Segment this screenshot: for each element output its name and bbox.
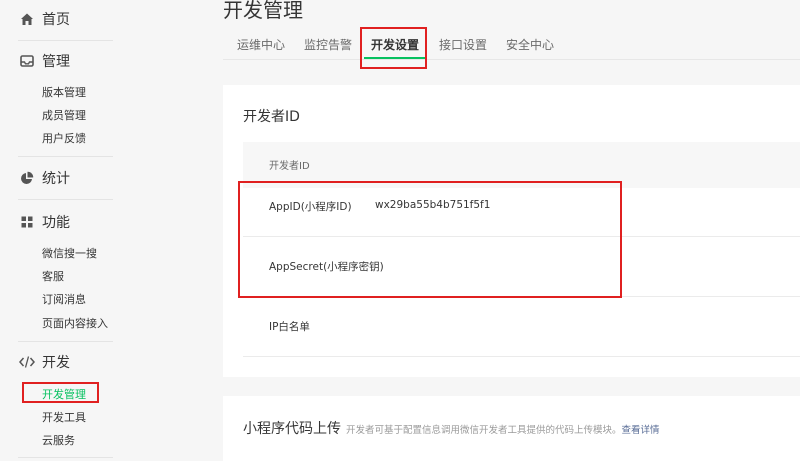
- nav-stats[interactable]: 统计: [18, 166, 70, 190]
- code-upload-description: 开发者可基于配置信息调用微信开发者工具提供的代码上传模块。查看详情: [346, 422, 660, 436]
- sidebar: 首页 管理 版本管理 成员管理 用户反馈 统计 功能 微信搜一搜 客服 订阅消息…: [0, 0, 200, 461]
- code-upload-title: 小程序代码上传: [243, 421, 341, 437]
- code-icon: [18, 353, 36, 371]
- table-header-label: 开发者ID: [269, 161, 310, 172]
- nav-dev-label: 开发: [42, 355, 70, 371]
- tab-security-center[interactable]: 安全中心: [506, 34, 554, 56]
- nav-divider: [18, 199, 113, 200]
- nav-features-label: 功能: [42, 215, 70, 231]
- pie-chart-icon: [18, 169, 36, 187]
- sidebar-item-customer-service[interactable]: 客服: [42, 268, 64, 286]
- table-row-ip-whitelist: IP白名单: [243, 297, 800, 357]
- nav-divider: [18, 40, 113, 41]
- appsecret-label: AppSecret(小程序密钥): [269, 261, 384, 273]
- appid-label: AppID(小程序ID): [269, 201, 352, 213]
- home-icon: [18, 10, 36, 28]
- sidebar-item-dev-manage[interactable]: 开发管理: [42, 386, 86, 404]
- code-upload-card: 小程序代码上传 开发者可基于配置信息调用微信开发者工具提供的代码上传模块。查看详…: [223, 396, 800, 461]
- page-title: 开发管理: [223, 0, 303, 22]
- nav-divider: [18, 341, 113, 342]
- nav-divider: [18, 457, 113, 458]
- nav-home[interactable]: 首页: [18, 7, 70, 31]
- view-details-link[interactable]: 查看详情: [622, 425, 660, 436]
- code-upload-description-text: 开发者可基于配置信息调用微信开发者工具提供的代码上传模块。: [346, 425, 622, 436]
- developer-id-card: 开发者ID 开发者ID AppID(小程序ID) wx29ba55b4b751f…: [223, 85, 800, 377]
- tab-divider: [223, 59, 800, 60]
- tab-ops-center[interactable]: 运维中心: [237, 34, 285, 56]
- tab-monitor-alerts[interactable]: 监控告警: [304, 34, 352, 56]
- tab-api-settings[interactable]: 接口设置: [439, 34, 487, 56]
- inbox-icon: [18, 52, 36, 70]
- developer-id-title: 开发者ID: [243, 109, 300, 125]
- nav-divider: [18, 156, 113, 157]
- sidebar-item-feedback[interactable]: 用户反馈: [42, 130, 86, 148]
- sidebar-item-subscribe-message[interactable]: 订阅消息: [42, 291, 86, 309]
- sidebar-item-version[interactable]: 版本管理: [42, 84, 86, 102]
- table-row-appsecret: AppSecret(小程序密钥): [243, 237, 800, 297]
- appid-value[interactable]: wx29ba55b4b751f5f1: [375, 199, 490, 211]
- ip-whitelist-label: IP白名单: [269, 321, 310, 333]
- table-row-appid: AppID(小程序ID) wx29ba55b4b751f5f1: [243, 177, 800, 237]
- nav-stats-label: 统计: [42, 171, 70, 187]
- sidebar-item-page-content[interactable]: 页面内容接入: [42, 315, 108, 333]
- nav-manage[interactable]: 管理: [18, 49, 70, 73]
- sidebar-item-dev-tools[interactable]: 开发工具: [42, 409, 86, 427]
- nav-dev[interactable]: 开发: [18, 350, 70, 374]
- nav-manage-label: 管理: [42, 54, 70, 70]
- sidebar-item-cloud[interactable]: 云服务: [42, 432, 75, 450]
- sidebar-item-members[interactable]: 成员管理: [42, 107, 86, 125]
- sidebar-item-wechat-search[interactable]: 微信搜一搜: [42, 245, 97, 263]
- nav-home-label: 首页: [42, 12, 70, 28]
- tab-dev-settings[interactable]: 开发设置: [371, 34, 419, 56]
- nav-features[interactable]: 功能: [18, 210, 70, 234]
- grid-icon: [18, 213, 36, 231]
